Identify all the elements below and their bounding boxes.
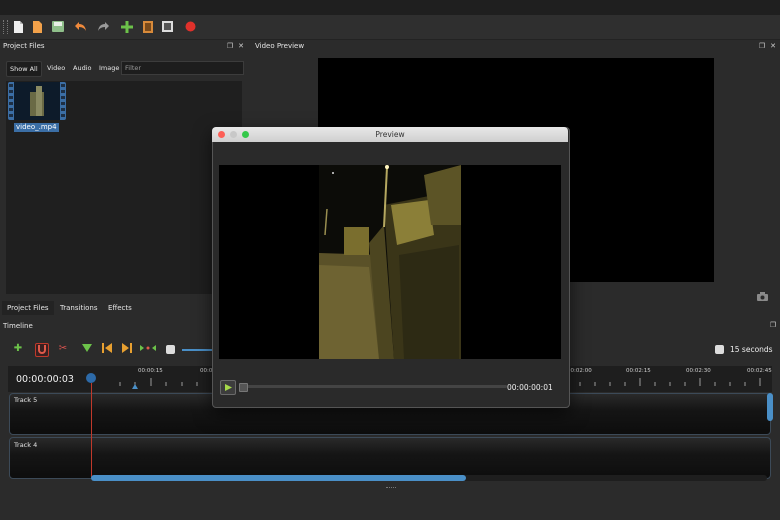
zoom-out-icon[interactable]: [166, 345, 175, 354]
play-button[interactable]: [220, 380, 236, 395]
dock-close-icon[interactable]: ✕: [769, 42, 777, 50]
camera-icon[interactable]: [757, 292, 768, 301]
export-video-icon[interactable]: [184, 20, 197, 33]
preview-time: 00:00:00:01: [507, 383, 553, 392]
zoom-slider[interactable]: [182, 349, 212, 351]
track-label: Track 5: [14, 396, 38, 404]
horizontal-scrollbar-thumb[interactable]: [91, 475, 466, 481]
next-marker-icon[interactable]: [121, 343, 133, 355]
ruler-tick-label: 00:02:30: [686, 368, 711, 374]
video-file-thumbnail[interactable]: [8, 82, 66, 120]
filter-audio[interactable]: Audio: [70, 61, 94, 75]
dock-float-icon[interactable]: ❐: [226, 42, 234, 50]
main-toolbar: [0, 15, 780, 40]
dock-close-icon[interactable]: ✕: [237, 42, 245, 50]
save-project-icon[interactable]: [51, 20, 64, 33]
system-top-bar: [0, 0, 780, 15]
dock-float-icon[interactable]: ❐: [769, 321, 777, 329]
previous-marker-icon[interactable]: [101, 343, 113, 355]
ruler-tick-label: 00:02:45: [747, 368, 772, 374]
choose-profile-icon[interactable]: [141, 20, 154, 33]
track-label: Track 4: [14, 441, 38, 449]
tab-project-files[interactable]: Project Files: [2, 301, 54, 315]
filter-video[interactable]: Video: [44, 61, 68, 75]
project-files-filter-bar: Show All Video Audio Image: [6, 61, 244, 77]
playhead-handle[interactable]: [86, 373, 96, 383]
filter-show-all[interactable]: Show All: [6, 61, 42, 77]
new-project-icon[interactable]: [12, 20, 25, 33]
seek-bar[interactable]: [239, 385, 507, 388]
splitter-handle[interactable]: [386, 487, 396, 490]
video-file-label[interactable]: video_.mp4: [14, 123, 59, 132]
timeline-title: Timeline: [3, 322, 33, 330]
vertical-scrollbar-thumb[interactable]: [767, 393, 773, 421]
ruler-tick-label: 00:02:00: [567, 368, 592, 374]
add-marker-icon[interactable]: [81, 343, 93, 355]
zoom-in-icon[interactable]: [715, 345, 724, 354]
preview-dialog-title: Preview: [375, 130, 405, 139]
track-row[interactable]: [9, 437, 771, 479]
seek-bar-handle[interactable]: [239, 383, 248, 392]
ruler-tick-label: 00:0: [200, 368, 213, 374]
video-frame-image: [219, 165, 561, 359]
import-files-icon[interactable]: [120, 20, 133, 33]
tab-effects[interactable]: Effects: [103, 301, 137, 315]
undo-icon[interactable]: [74, 20, 87, 33]
snap-icon[interactable]: [35, 343, 49, 357]
preview-video-frame: [219, 165, 561, 359]
playhead-line[interactable]: [91, 383, 92, 479]
video-preview-title: Video Preview: [255, 42, 305, 50]
add-track-icon[interactable]: ✚: [12, 343, 24, 355]
current-time: 00:00:00:03: [16, 374, 74, 385]
fullscreen-icon[interactable]: [161, 20, 174, 33]
project-files-title: Project Files: [3, 42, 45, 50]
dock-float-icon[interactable]: ❐: [758, 42, 766, 50]
center-playhead-icon[interactable]: [140, 343, 156, 355]
filter-image[interactable]: Image: [96, 61, 122, 75]
ruler-tick-label: 00:02:15: [626, 368, 651, 374]
redo-icon[interactable]: [96, 20, 109, 33]
zoom-level-label: 15 seconds: [730, 345, 773, 354]
toolbar-grip[interactable]: [3, 20, 8, 34]
ruler-tick-label: 00:00:15: [138, 368, 163, 374]
razor-icon[interactable]: ✂: [57, 343, 69, 355]
tab-transitions[interactable]: Transitions: [55, 301, 103, 315]
filter-input[interactable]: [121, 61, 244, 75]
open-project-icon[interactable]: [31, 20, 44, 33]
